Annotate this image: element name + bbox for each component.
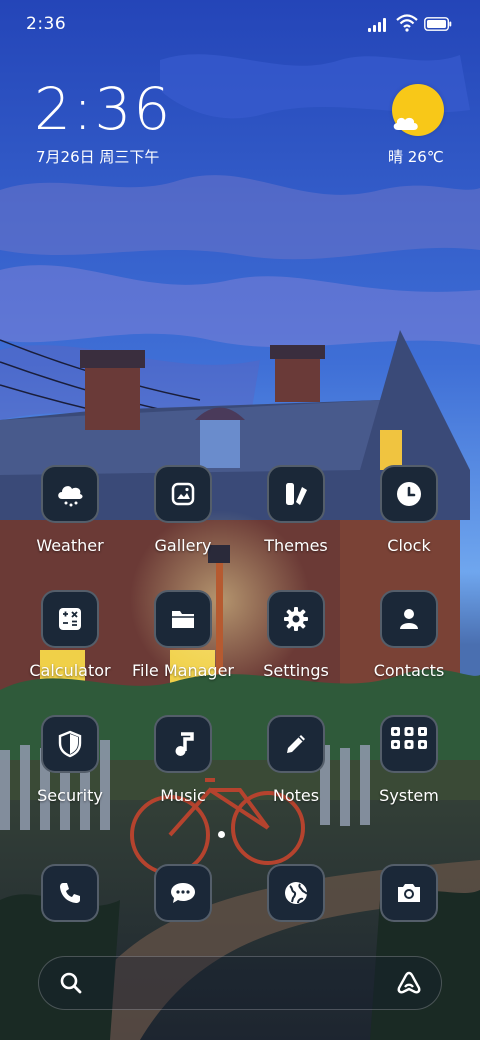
weather-icon [41, 465, 99, 523]
app-file-manager[interactable]: File Manager [128, 590, 238, 680]
assistant-icon[interactable] [395, 970, 423, 996]
app-label: Weather [36, 536, 104, 555]
pencil-icon [267, 715, 325, 773]
message-icon [154, 864, 212, 922]
clock-widget-date: 7月26日 周三下午 [36, 148, 160, 166]
app-clock[interactable]: Clock [354, 465, 464, 555]
status-bar: 2:36 [0, 0, 480, 50]
app-label: Music [160, 786, 206, 805]
weather-widget-text: 晴 26℃ [388, 148, 444, 166]
dock-messages[interactable] [128, 864, 238, 922]
folder-grid-icon [380, 715, 438, 773]
app-label: Security [37, 786, 103, 805]
calculator-icon [41, 590, 99, 648]
themes-icon [267, 465, 325, 523]
contacts-icon [380, 590, 438, 648]
app-label: Settings [263, 661, 329, 680]
app-label: Themes [264, 536, 328, 555]
folder-icon [154, 590, 212, 648]
app-label: Clock [387, 536, 431, 555]
app-security[interactable]: Security [15, 715, 125, 805]
dock-camera[interactable] [354, 864, 464, 922]
gear-icon [267, 590, 325, 648]
shield-icon [41, 715, 99, 773]
camera-icon [380, 864, 438, 922]
dock-phone[interactable] [15, 864, 125, 922]
app-themes[interactable]: Themes [241, 465, 351, 555]
clock-widget-time[interactable]: 2:36 [34, 74, 172, 144]
app-gallery[interactable]: Gallery [128, 465, 238, 555]
clock-icon [380, 465, 438, 523]
dock-browser[interactable] [241, 864, 351, 922]
globe-icon [267, 864, 325, 922]
search-bar[interactable] [38, 956, 442, 1010]
app-label: Gallery [154, 536, 212, 555]
page-indicator [218, 831, 225, 838]
app-system-folder[interactable]: System [354, 715, 464, 805]
app-label: Calculator [29, 661, 111, 680]
app-contacts[interactable]: Contacts [354, 590, 464, 680]
wifi-icon [396, 14, 418, 32]
cloud-icon [393, 117, 418, 130]
app-settings[interactable]: Settings [241, 590, 351, 680]
app-label: File Manager [132, 661, 234, 680]
status-time: 2:36 [26, 14, 67, 34]
phone-icon [41, 864, 99, 922]
app-label: Contacts [373, 661, 445, 680]
signal-icon [368, 18, 390, 32]
app-calculator[interactable]: Calculator [15, 590, 125, 680]
search-icon [60, 972, 82, 994]
app-label: System [379, 786, 439, 805]
music-note-icon [154, 715, 212, 773]
app-weather[interactable]: Weather [15, 465, 125, 555]
battery-icon [424, 17, 452, 31]
app-label: Notes [272, 786, 320, 805]
app-music[interactable]: Music [128, 715, 238, 805]
app-notes[interactable]: Notes [241, 715, 351, 805]
gallery-icon [154, 465, 212, 523]
